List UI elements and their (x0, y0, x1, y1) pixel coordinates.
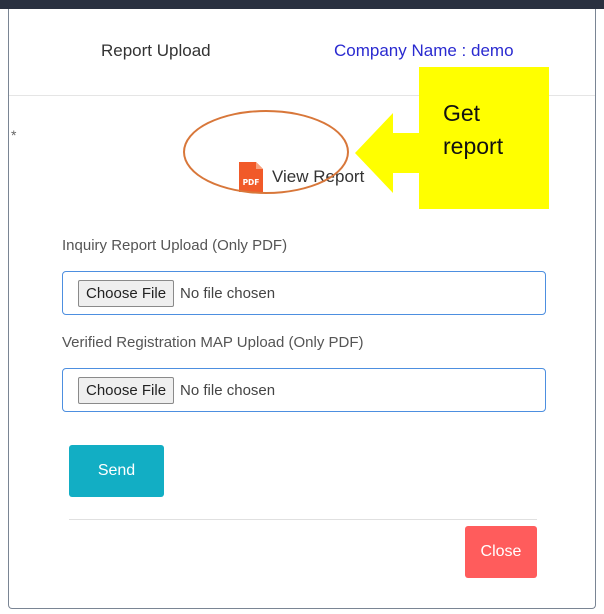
inquiry-report-label: Inquiry Report Upload (Only PDF) (62, 237, 288, 254)
modal-title: Report Upload (101, 41, 211, 60)
footer-divider (69, 519, 537, 520)
company-name-label: Company Name : demo (334, 41, 514, 60)
annotation-text-line2: report (443, 133, 504, 159)
inquiry-choose-file-button[interactable]: Choose File (78, 279, 175, 307)
required-asterisk: * (11, 127, 17, 143)
inquiry-file-status: No file chosen (180, 284, 276, 302)
registration-map-file-input[interactable]: Choose File No file chosen (62, 368, 546, 412)
send-button[interactable]: Send (69, 445, 164, 497)
registration-choose-file-button[interactable]: Choose File (78, 376, 175, 404)
annotation-callout: Get report (419, 67, 549, 209)
report-upload-modal: Report Upload Company Name : demo * PDF … (8, 9, 596, 609)
annotation-arrow-icon (355, 113, 425, 193)
annotation-text-line1: Get (443, 100, 481, 126)
view-report-label: View Report (272, 167, 365, 186)
svg-text:PDF: PDF (243, 178, 260, 187)
page-top-bar (0, 0, 604, 9)
view-report-link[interactable]: PDF View Report (239, 159, 364, 195)
registration-file-status: No file chosen (180, 381, 276, 399)
pdf-file-icon: PDF (239, 162, 263, 192)
close-button[interactable]: Close (465, 526, 537, 578)
inquiry-report-file-input[interactable]: Choose File No file chosen (62, 271, 546, 315)
registration-map-label: Verified Registration MAP Upload (Only P… (62, 334, 364, 351)
